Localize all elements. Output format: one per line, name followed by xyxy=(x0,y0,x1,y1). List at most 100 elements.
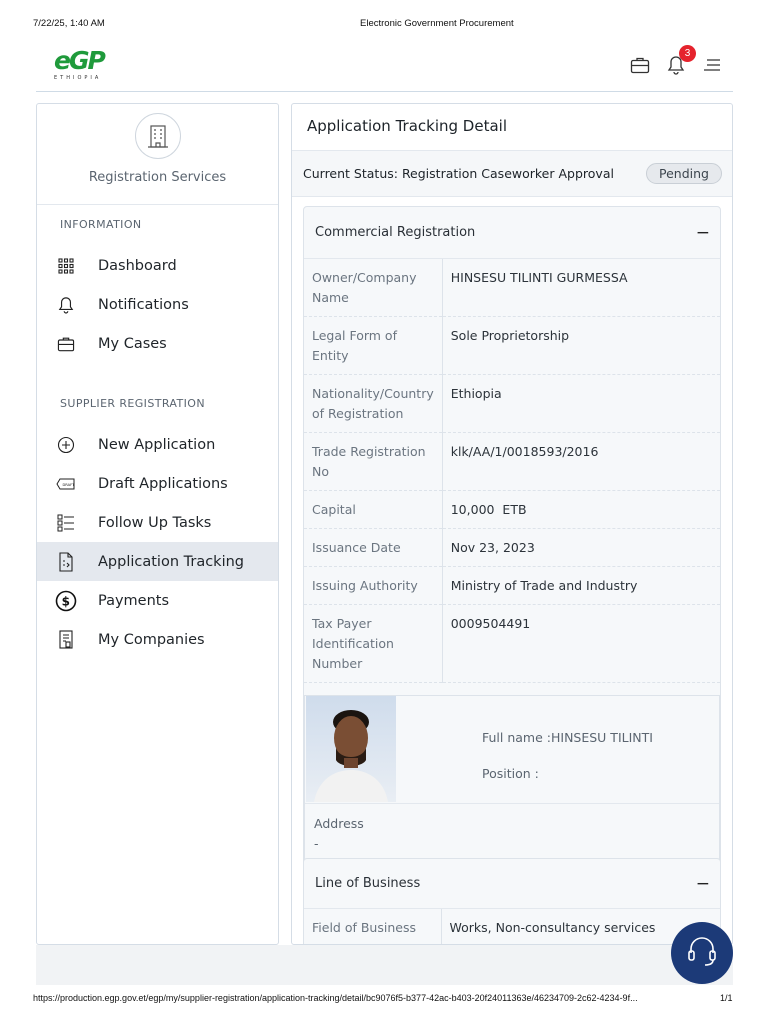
sidebar-item-my-companies[interactable]: My Companies xyxy=(37,620,278,659)
dollar-icon: $ xyxy=(55,590,77,612)
field-label: Issuance Date xyxy=(304,528,443,567)
sidebar-item-label: Draft Applications xyxy=(98,475,228,492)
print-page-title: Electronic Government Procurement xyxy=(360,18,514,29)
sidebar: Registration Services INFORMATION Dashbo… xyxy=(36,103,279,945)
sidebar-item-label: My Cases xyxy=(98,335,167,352)
sidebar-item-new-application[interactable]: New Application xyxy=(37,425,278,464)
field-value: Sole Proprietorship xyxy=(442,316,720,375)
egp-logo[interactable]: eGP ETHIOPIA xyxy=(54,48,118,82)
table-row: Legal Form of Entity Sole Proprietorship xyxy=(304,316,720,375)
field-label: Nationality/Country of Registration xyxy=(304,374,443,433)
field-label: Owner/Company Name xyxy=(304,259,443,317)
address-label: Address xyxy=(314,816,364,831)
table-row: Capital 10,000 ETB xyxy=(304,490,720,529)
field-value: klk/AA/1/0018593/2016 xyxy=(442,432,720,491)
table-row: Tax Payer Identification Number 000950449… xyxy=(304,604,720,683)
status-row: Current Status: Registration Caseworker … xyxy=(292,151,732,197)
print-timestamp: 7/22/25, 1:40 AM xyxy=(33,18,105,29)
section-title-information: INFORMATION xyxy=(60,218,142,231)
field-value: 0009504491 xyxy=(442,604,720,683)
sidebar-title: Registration Services xyxy=(88,170,227,185)
commercial-registration-table: Owner/Company Name HINSESU TILINTI GURMES… xyxy=(304,259,720,683)
sidebar-item-label: Payments xyxy=(98,592,170,609)
sidebar-item-dashboard[interactable]: Dashboard xyxy=(37,246,278,285)
sidebar-item-application-tracking[interactable]: Application Tracking xyxy=(37,542,278,581)
sidebar-item-label: My Companies xyxy=(98,631,205,648)
field-value: 10,000 ETB xyxy=(442,490,720,529)
table-row: Owner/Company Name HINSESU TILINTI GURMES… xyxy=(304,259,720,317)
headset-icon xyxy=(684,933,720,973)
section-title-supplier-registration: SUPPLIER REGISTRATION xyxy=(60,397,205,410)
field-label: Field of Business xyxy=(304,909,442,944)
field-label: Capital xyxy=(304,490,443,529)
commercial-registration-header[interactable]: Commercial Registration − xyxy=(304,207,720,259)
field-label: Issuing Authority xyxy=(304,566,443,605)
logo-mark: eGP xyxy=(54,46,106,75)
owner-profile: Full name :HINSESU TILINTI Position : Ad… xyxy=(304,695,720,863)
owner-photo xyxy=(306,696,396,802)
main-panel: Application Tracking Detail Current Stat… xyxy=(291,103,733,945)
sidebar-item-label: New Application xyxy=(98,436,216,453)
owner-profile-top: Full name :HINSESU TILINTI Position : xyxy=(305,696,719,804)
grid-icon xyxy=(55,255,77,277)
menu-icon[interactable] xyxy=(701,54,723,76)
draft-icon: DRAFT xyxy=(55,473,77,495)
briefcase-icon xyxy=(55,333,77,355)
bell-icon xyxy=(55,294,77,316)
sidebar-item-my-cases[interactable]: My Cases xyxy=(37,324,278,363)
field-label: Legal Form of Entity xyxy=(304,316,443,375)
field-value: Nov 23, 2023 xyxy=(442,528,720,567)
collapse-icon[interactable]: − xyxy=(696,223,710,243)
status-badge: Pending xyxy=(646,163,722,184)
plus-circle-icon xyxy=(55,434,77,456)
sidebar-item-label: Dashboard xyxy=(98,257,177,274)
sidebar-item-payments[interactable]: $ Payments xyxy=(37,581,278,620)
line-of-business-header[interactable]: Line of Business − xyxy=(304,859,720,909)
field-label: Tax Payer Identification Number xyxy=(304,604,443,683)
sidebar-item-draft-applications[interactable]: DRAFT Draft Applications xyxy=(37,464,278,503)
collapse-icon[interactable]: − xyxy=(696,874,710,894)
sidebar-item-follow-up-tasks[interactable]: Follow Up Tasks xyxy=(37,503,278,542)
line-of-business-table: Field of Business Works, Non-consultancy … xyxy=(304,909,720,944)
print-page-number: 1/1 xyxy=(720,993,733,1003)
owner-position: Position : xyxy=(482,766,539,781)
sidebar-item-notifications[interactable]: Notifications xyxy=(37,285,278,324)
field-value: Ethiopia xyxy=(442,374,720,433)
owner-info: Full name :HINSESU TILINTI Position : xyxy=(482,720,653,792)
logo-subtitle: ETHIOPIA xyxy=(54,75,102,81)
page-title: Application Tracking Detail xyxy=(292,104,732,151)
address-value: - xyxy=(314,836,319,851)
table-row: Nationality/Country of Registration Ethio… xyxy=(304,374,720,433)
svg-text:$: $ xyxy=(62,594,70,608)
top-icons: 3 xyxy=(629,45,723,76)
field-label: Trade Registration No xyxy=(304,432,443,491)
building-icon xyxy=(134,113,181,159)
svg-text:DRAFT: DRAFT xyxy=(63,482,76,486)
field-value: Ministry of Trade and Industry xyxy=(442,566,720,605)
table-row: Issuance Date Nov 23, 2023 xyxy=(304,528,720,567)
tracking-icon xyxy=(55,551,77,573)
sidebar-item-label: Follow Up Tasks xyxy=(98,514,212,531)
company-doc-icon xyxy=(55,629,77,651)
top-bar: eGP ETHIOPIA 3 xyxy=(36,40,733,92)
sidebar-header: Registration Services xyxy=(37,113,278,205)
sidebar-item-label: Notifications xyxy=(98,296,189,313)
sidebar-item-label: Application Tracking xyxy=(98,553,244,570)
notification-count-badge: 3 xyxy=(679,45,696,62)
field-value: HINSESU TILINTI GURMESSA xyxy=(442,259,720,317)
bell-icon[interactable]: 3 xyxy=(665,45,696,76)
line-of-business-card: Line of Business − Field of Business Work… xyxy=(303,858,721,944)
print-url: https://production.egp.gov.et/egp/my/sup… xyxy=(33,993,638,1003)
owner-full-name: Full name :HINSESU TILINTI xyxy=(482,730,653,745)
briefcase-icon[interactable] xyxy=(629,54,651,76)
card-title: Line of Business xyxy=(315,876,421,891)
current-status-label: Current Status: Registration Caseworker … xyxy=(303,166,614,181)
footer-band xyxy=(36,945,733,985)
owner-address: Address - xyxy=(305,804,719,862)
task-list-icon xyxy=(55,512,77,534)
table-row: Issuing Authority Ministry of Trade and I… xyxy=(304,566,720,605)
commercial-registration-card: Commercial Registration − Owner/Company … xyxy=(303,206,721,876)
support-headset-button[interactable] xyxy=(671,922,733,984)
table-row: Trade Registration No klk/AA/1/0018593/20… xyxy=(304,432,720,491)
table-row: Field of Business Works, Non-consultancy … xyxy=(304,909,720,944)
